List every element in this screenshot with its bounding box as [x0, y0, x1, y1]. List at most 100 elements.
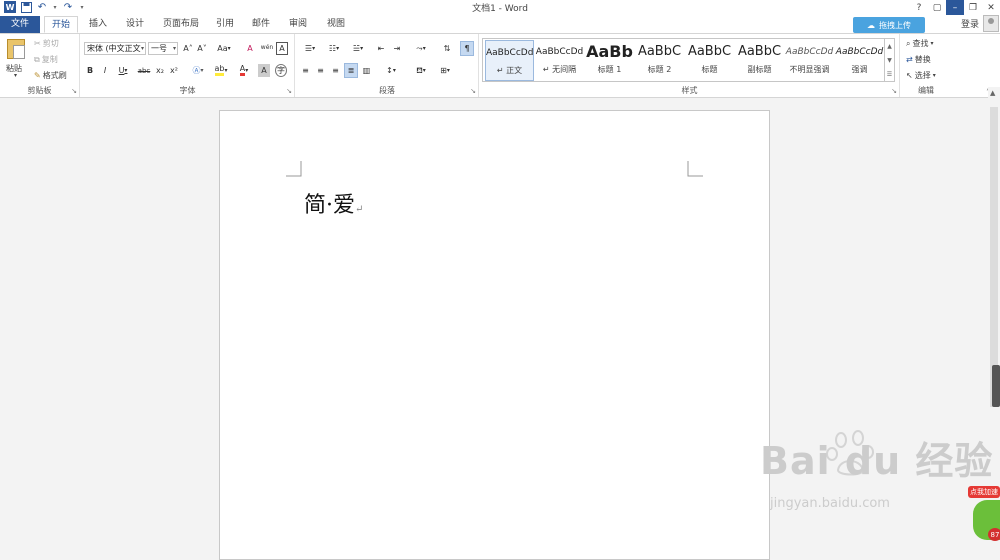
- tab-view[interactable]: 视图: [320, 16, 352, 33]
- drag-upload-button[interactable]: ☁ 拖拽上传: [853, 17, 925, 33]
- chevron-down-icon: ▾: [360, 45, 364, 52]
- underline-button[interactable]: U ▾: [114, 64, 132, 77]
- paste-button[interactable]: 粘贴 ▾: [2, 36, 30, 80]
- change-case-button[interactable]: Aa ▾: [214, 42, 234, 55]
- show-marks-button[interactable]: ¶: [460, 41, 474, 56]
- multilevel-list-button[interactable]: ☱ ▾: [347, 42, 369, 55]
- line-spacing-button[interactable]: ↕ ▾: [380, 64, 402, 77]
- increase-indent-button[interactable]: ⇥: [390, 42, 404, 55]
- strikethrough-button[interactable]: abc: [136, 64, 152, 77]
- char-border-button[interactable]: A: [276, 42, 288, 55]
- brush-icon: ✎: [34, 71, 41, 80]
- cut-button[interactable]: ✂ 剪切: [34, 38, 59, 49]
- chevron-down-icon: ▾: [932, 72, 936, 79]
- chinese-layout-button[interactable]: ⤳ ▾: [410, 42, 432, 55]
- ribbon-display-button[interactable]: ▢: [928, 0, 946, 15]
- enclose-char-button[interactable]: 字: [275, 64, 287, 77]
- format-painter-button[interactable]: ✎ 格式刷: [34, 70, 67, 81]
- italic-button[interactable]: I: [99, 64, 111, 77]
- scroll-up-icon[interactable]: ▲: [990, 89, 995, 97]
- subscript-button[interactable]: x₂: [154, 64, 166, 77]
- chevron-down-icon: ▾: [392, 67, 396, 74]
- help-button[interactable]: ?: [910, 0, 928, 15]
- restore-button[interactable]: ❐: [964, 0, 982, 15]
- select-button[interactable]: ↖ 选择 ▾: [906, 70, 936, 81]
- style-no-spacing[interactable]: AaBbCcDd ↵ 无间隔: [535, 40, 584, 81]
- title-bar: W ↶ ▾ ↷ ▾ 文档1 - Word ? ▢ – ❐ ✕: [0, 0, 1000, 15]
- gallery-scrollbar[interactable]: ▲ ▼ ☰: [884, 39, 894, 81]
- style-emphasis[interactable]: AaBbCcDd 强调: [835, 40, 884, 81]
- tab-review[interactable]: 审阅: [282, 16, 314, 33]
- speedup-badge[interactable]: 点我加速: [968, 486, 1000, 498]
- style-subtitle[interactable]: AaBbC 副标题: [735, 40, 784, 81]
- align-left-button[interactable]: ≡: [299, 64, 312, 77]
- chevron-down-icon[interactable]: ▼: [887, 57, 892, 64]
- sort-button[interactable]: ⇅: [440, 42, 454, 55]
- bold-button[interactable]: B: [84, 64, 96, 77]
- document-body[interactable]: 简·爱↵: [304, 187, 363, 219]
- align-center-button[interactable]: ≡: [314, 64, 327, 77]
- clear-formatting-button[interactable]: A: [244, 42, 256, 55]
- bullet-list-icon: ☰: [304, 44, 313, 53]
- cursor-icon: ↖: [906, 71, 913, 80]
- replace-button[interactable]: ⇄ 替换: [906, 54, 931, 65]
- multilevel-list-icon: ☱: [352, 44, 361, 53]
- paragraph-launcher-icon[interactable]: ↘: [470, 87, 476, 95]
- font-name-combo[interactable]: 宋体 (中文正文 ▾: [84, 42, 146, 55]
- clipboard-launcher-icon[interactable]: ↘: [71, 87, 77, 95]
- text-effects-button[interactable]: Ⓐ ▾: [189, 64, 207, 77]
- style-heading-1[interactable]: AaBb 标题 1: [585, 40, 634, 81]
- tab-design[interactable]: 设计: [118, 16, 152, 33]
- crop-mark-top-left: [286, 161, 302, 177]
- style-title[interactable]: AaBbC 标题: [685, 40, 734, 81]
- tab-mailings[interactable]: 邮件: [246, 16, 276, 33]
- paste-icon: [7, 39, 25, 59]
- numbering-button[interactable]: ☷ ▾: [323, 42, 345, 55]
- tab-references[interactable]: 引用: [210, 16, 240, 33]
- clipboard-group: 粘贴 ▾ ✂ 剪切 ⧉ 复制 ✎ 格式刷 剪贴板 ↘: [0, 34, 80, 97]
- style-normal[interactable]: AaBbCcDd ↵ 正文: [485, 40, 534, 81]
- copy-button[interactable]: ⧉ 复制: [34, 54, 58, 65]
- style-subtle-emphasis[interactable]: AaBbCcDd 不明显强调: [785, 40, 834, 81]
- phonetic-guide-button[interactable]: wén: [260, 41, 274, 54]
- cloud-icon: ☁: [867, 20, 875, 30]
- grow-font-button[interactable]: A˄: [182, 42, 194, 55]
- scrollbar-thumb[interactable]: [990, 107, 998, 407]
- close-button[interactable]: ✕: [982, 0, 1000, 15]
- tab-insert[interactable]: 插入: [82, 16, 114, 33]
- font-size-combo[interactable]: 一号 ▾: [148, 42, 178, 55]
- chevron-down-icon: ▾: [446, 67, 450, 74]
- login-link[interactable]: 登录: [961, 17, 979, 30]
- borders-button[interactable]: ⊞ ▾: [434, 64, 456, 77]
- clipboard-group-label: 剪贴板: [27, 86, 52, 95]
- document-page[interactable]: 简·爱↵: [219, 110, 770, 560]
- shrink-font-button[interactable]: A˅: [196, 42, 208, 55]
- eraser-icon: A: [247, 44, 253, 53]
- styles-gallery: AaBbCcDd ↵ 正文 AaBbCcDd ↵ 无间隔 AaBb 标题 1 A…: [482, 38, 895, 82]
- tab-file[interactable]: 文件: [0, 16, 40, 33]
- font-color-button[interactable]: A ▾: [235, 64, 253, 77]
- justify-button[interactable]: ≣: [344, 63, 358, 78]
- side-widget[interactable]: [992, 365, 1000, 407]
- window-title: 文档1 - Word: [472, 4, 528, 14]
- highlight-button[interactable]: ab ▾: [212, 64, 230, 77]
- distributed-button[interactable]: ▥: [360, 64, 373, 77]
- minimize-button[interactable]: –: [946, 0, 964, 15]
- chevron-down-icon: ▾: [200, 67, 204, 74]
- styles-launcher-icon[interactable]: ↘: [891, 87, 897, 95]
- font-launcher-icon[interactable]: ↘: [286, 87, 292, 95]
- find-button[interactable]: ⌕ 查找 ▾: [906, 38, 934, 49]
- tab-page-layout[interactable]: 页面布局: [158, 16, 204, 33]
- search-icon: ⌕: [906, 38, 911, 48]
- align-right-button[interactable]: ≡: [329, 64, 342, 77]
- shading-button[interactable]: ⛾ ▾: [410, 64, 432, 77]
- avatar[interactable]: [983, 15, 999, 32]
- chevron-up-icon[interactable]: ▲: [887, 43, 892, 50]
- superscript-button[interactable]: x²: [168, 64, 180, 77]
- tab-home[interactable]: 开始: [44, 16, 78, 33]
- bullets-button[interactable]: ☰ ▾: [299, 42, 321, 55]
- char-shading-button[interactable]: A: [258, 64, 270, 77]
- gallery-more-icon[interactable]: ☰: [887, 71, 892, 78]
- style-heading-2[interactable]: AaBbC 标题 2: [635, 40, 684, 81]
- decrease-indent-button[interactable]: ⇤: [374, 42, 388, 55]
